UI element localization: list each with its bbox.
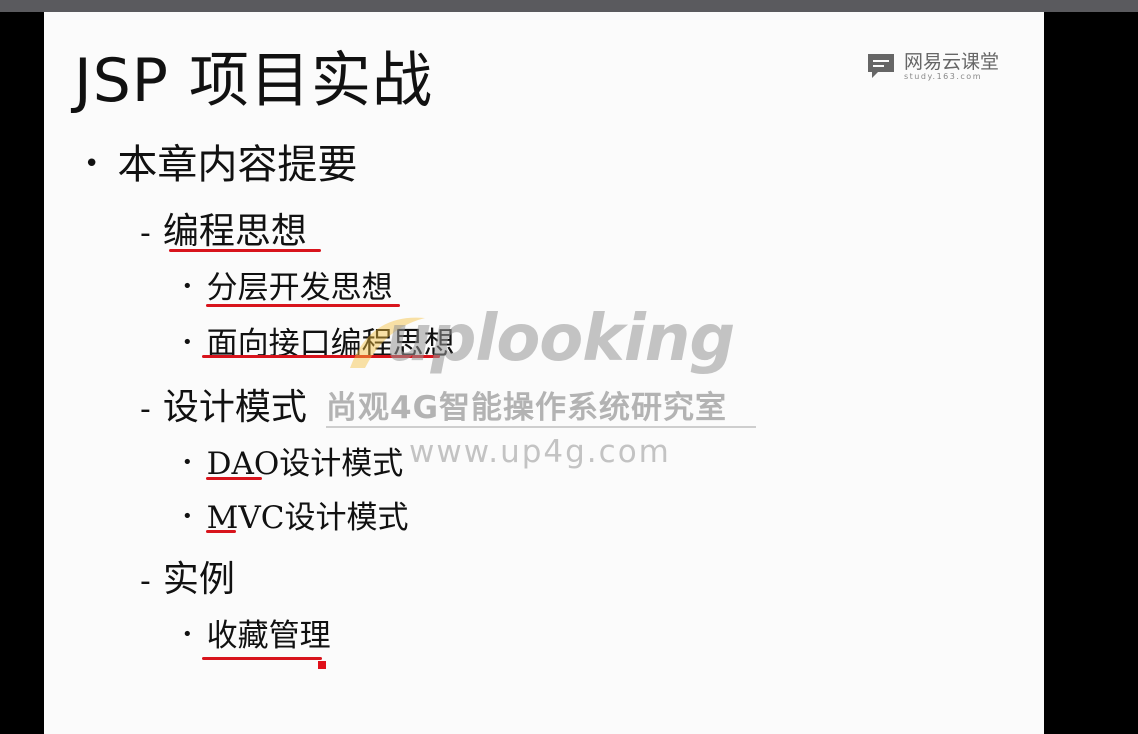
section-item: - 编程思想: [140, 202, 307, 254]
bullet-dot: •: [84, 149, 100, 179]
section-label: 设计模式: [162, 387, 307, 428]
brand-logo: 网易云课堂 study.163.com: [866, 52, 999, 86]
section-item: - 设计模式: [140, 378, 307, 430]
section-item: - 实例: [140, 550, 235, 602]
bullet-dot: •: [182, 276, 193, 297]
brand-name: 网易云课堂: [904, 51, 1000, 73]
outline-heading-text: 本章内容提要: [117, 142, 358, 188]
section-label: 实例: [162, 559, 235, 600]
section-label: 编程思想: [162, 211, 307, 252]
window-top-bar: [0, 0, 1138, 12]
annotation-underline: [202, 657, 322, 660]
slide-title: JSP 项目实战: [74, 46, 434, 116]
annotation-dot: [318, 661, 326, 669]
annotation-underline: [206, 477, 262, 480]
sub-item-label: 分层开发思想: [206, 270, 393, 306]
annotation-underline: [202, 355, 440, 358]
bullet-dot: •: [182, 332, 193, 353]
watermark-url: www.up4g.com: [409, 434, 671, 470]
sub-item-label: MVC设计模式: [206, 500, 409, 536]
annotation-underline: [169, 249, 321, 252]
watermark-divider: [326, 426, 756, 428]
watermark-tagline: 尚观4G智能操作系统研究室: [326, 390, 728, 426]
sub-item: • 收藏管理: [182, 610, 331, 655]
sub-item-label: 收藏管理: [206, 618, 331, 654]
bullet-dot: •: [182, 624, 193, 645]
outline-heading: • 本章内容提要: [84, 132, 357, 190]
dash-bullet: -: [140, 564, 151, 599]
annotation-underline: [206, 530, 236, 533]
dash-bullet: -: [140, 216, 151, 251]
dash-bullet: -: [140, 392, 151, 427]
brand-url: study.163.com: [904, 72, 982, 81]
presentation-slide: JSP 项目实战 网易云课堂 study.163.com • 本章内容提要 - 编程…: [44, 12, 1044, 734]
sub-item: • 分层开发思想: [182, 262, 393, 307]
bullet-dot: •: [182, 506, 193, 527]
annotation-underline: [206, 304, 400, 307]
chat-bubble-icon: [868, 54, 894, 78]
bullet-dot: •: [182, 452, 193, 473]
